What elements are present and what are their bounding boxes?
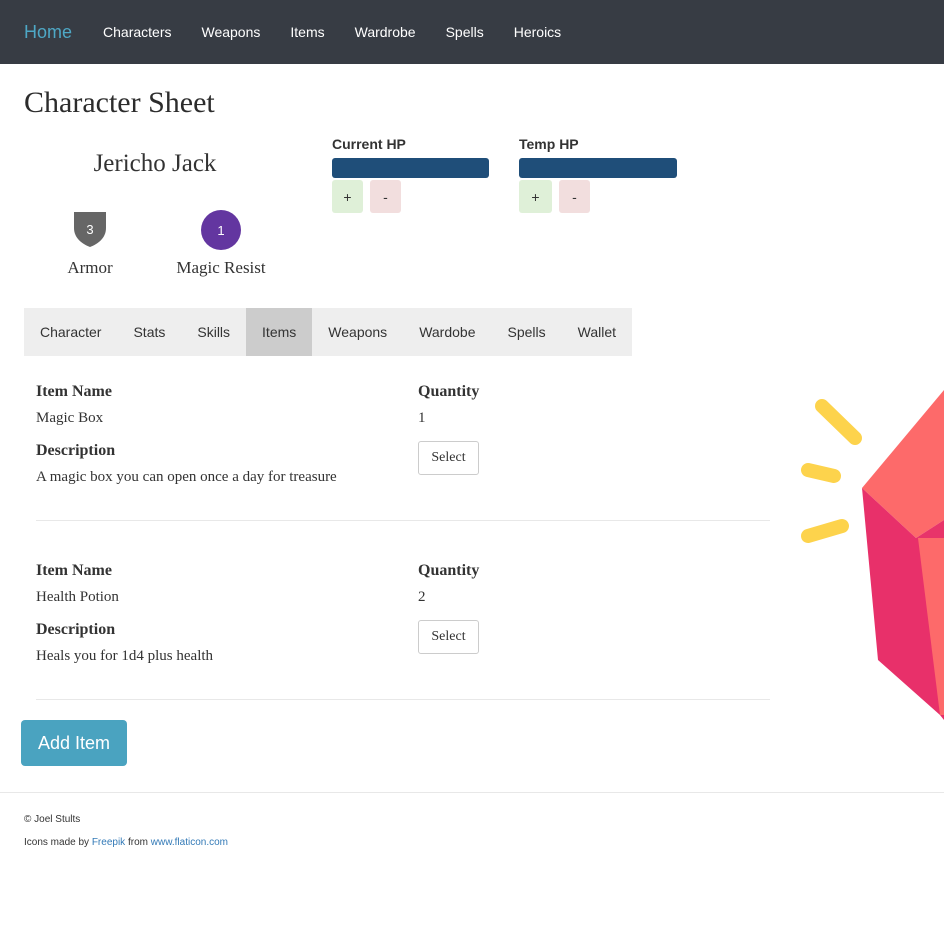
current-hp-label: Current HP [332,136,406,152]
freepik-link[interactable]: Freepik [92,837,125,848]
add-item-button[interactable]: Add Item [21,720,127,766]
footer-copyright: © Joel Stults [24,814,81,825]
nav-link-items[interactable]: Items [290,24,324,40]
select-button[interactable]: Select [418,620,479,654]
character-name: Jericho Jack [93,150,217,177]
tab-spells[interactable]: Spells [491,308,561,356]
nav-link-heroics[interactable]: Heroics [514,24,561,40]
current-hp-minus-button[interactable]: - [370,180,401,213]
temp-hp-label: Temp HP [519,136,579,152]
description-value: Heals you for 1d4 plus health [36,648,214,664]
current-hp-bar [332,158,489,178]
item-name: Magic Box [36,410,104,426]
nav-link-characters[interactable]: Characters [103,24,171,40]
item-divider [36,699,770,700]
current-hp: Current HP + - [332,136,489,213]
magic-resist-value: 1 [217,222,225,238]
list-item: Item Name Health Potion Quantity 2 Descr… [36,559,770,700]
tab-wardobe[interactable]: Wardobe [403,308,491,356]
quantity-label: Quantity [418,562,480,579]
temp-hp: Temp HP + - [519,136,677,213]
magic-resist-stat: 1 Magic Resist [166,210,276,278]
tab-weapons[interactable]: Weapons [312,308,403,356]
item-name-label: Item Name [36,562,112,579]
temp-hp-plus-button[interactable]: + [519,180,552,213]
description-label: Description [36,442,116,459]
flaticon-link[interactable]: www.flaticon.com [151,837,228,848]
character-tabs: Character Stats Skills Items Weapons War… [24,308,633,356]
page-title: Character Sheet [24,86,215,119]
select-button[interactable]: Select [418,441,479,475]
shield-icon: 3 [72,210,108,248]
footer-divider [0,792,944,793]
quantity-label: Quantity [418,383,480,400]
description-label: Description [36,621,116,638]
circle-icon: 1 [201,210,241,250]
tab-character[interactable]: Character [24,308,117,356]
footer-credit: Icons made by Freepik from www.flaticon.… [24,837,228,848]
armor-value: 3 [86,221,94,237]
navbar: Home Characters Weapons Items Wardrobe S… [0,0,944,64]
quantity-value: 1 [418,410,426,426]
gem-icon [801,390,944,720]
description-value: A magic box you can open once a day for … [36,469,337,485]
quantity-value: 2 [418,589,426,605]
nav-link-spells[interactable]: Spells [446,24,484,40]
tab-wallet[interactable]: Wallet [562,308,632,356]
credit-mid: from [127,837,148,848]
temp-hp-bar [519,158,677,178]
list-item: Item Name Magic Box Quantity 1 Descripti… [36,380,770,521]
current-hp-plus-button[interactable]: + [332,180,363,213]
item-name-label: Item Name [36,383,112,400]
item-divider [36,520,770,521]
nav-home-link[interactable]: Home [24,22,72,43]
magic-resist-label: Magic Resist [176,258,266,277]
nav-link-wardrobe[interactable]: Wardrobe [355,24,416,40]
armor-stat: 3 Armor [54,210,126,278]
credit-prefix: Icons made by [24,837,90,848]
tab-stats[interactable]: Stats [117,308,181,356]
tab-skills[interactable]: Skills [181,308,246,356]
tab-items[interactable]: Items [246,308,313,356]
armor-label: Armor [67,258,113,277]
nav-link-weapons[interactable]: Weapons [201,24,260,40]
temp-hp-minus-button[interactable]: - [559,180,590,213]
item-name: Health Potion [36,589,119,605]
